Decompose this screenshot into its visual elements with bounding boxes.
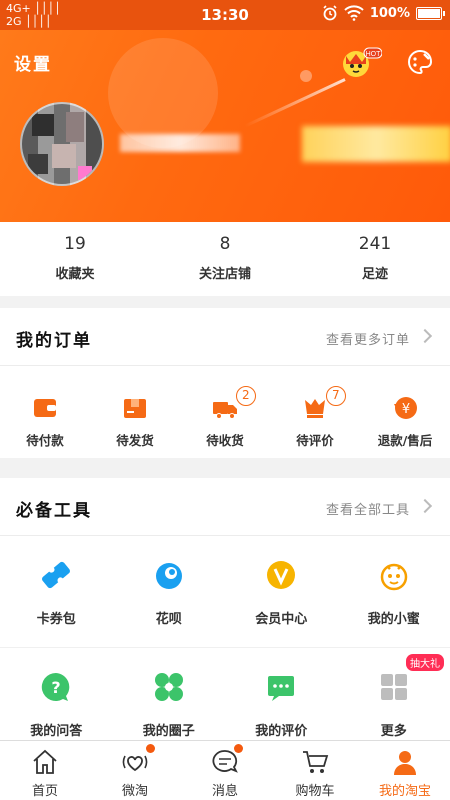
package-icon — [124, 399, 146, 418]
stat-label: 收藏夹 — [55, 267, 95, 282]
tool-label: 我的圈子 — [142, 724, 195, 739]
tab-label: 微淘 — [121, 784, 148, 799]
username-obscured[interactable] — [120, 134, 240, 152]
tab-label: 我的淘宝 — [378, 784, 431, 799]
status-bar: 4G+ ││││ 2G ││││ 13:30 100% — [0, 0, 450, 30]
orders-header[interactable]: 我的订单 查看更多订单 — [0, 308, 450, 366]
battery-icon — [416, 6, 445, 20]
review-icon — [268, 676, 295, 701]
order-badge: 7 — [325, 386, 346, 406]
stat-favorites[interactable]: 19 收藏夹 — [0, 222, 150, 296]
tab-cart[interactable]: 购物车 — [270, 741, 360, 800]
tab-label: 首页 — [31, 784, 58, 799]
notification-dot — [145, 744, 155, 753]
order-label: 退款/售后 — [377, 433, 433, 448]
tool-label: 更多 — [380, 724, 407, 739]
tool-label: 我的评价 — [255, 724, 308, 739]
order-badge: 2 — [235, 386, 256, 406]
tab-messages[interactable]: 消息 — [180, 741, 270, 800]
tool-vip-center[interactable]: 会员中心 — [225, 536, 338, 648]
order-label: 待收货 — [206, 433, 244, 448]
tool-label: 会员中心 — [255, 612, 308, 627]
home-icon — [33, 749, 57, 774]
stat-followed-shops[interactable]: 8 关注店铺 — [150, 222, 300, 296]
order-refund-aftersale[interactable]: ¥ 退款/售后 — [360, 366, 450, 458]
alarm-icon — [323, 5, 337, 21]
assistant-icon — [380, 563, 407, 591]
decorative-streak — [244, 78, 346, 128]
order-label: 待评价 — [296, 433, 334, 448]
settings-button[interactable]: 设置 — [14, 50, 52, 75]
more-grid-icon — [380, 674, 407, 700]
tab-label: 购物车 — [295, 784, 335, 799]
tool-huabei[interactable]: 花呗 — [112, 536, 225, 648]
vip-icon — [267, 561, 296, 589]
weitao-icon — [122, 755, 148, 772]
tab-home[interactable]: 首页 — [0, 741, 90, 800]
coupon-icon — [42, 561, 71, 589]
order-pending-review[interactable]: 7 待评价 — [270, 366, 360, 458]
avatar[interactable] — [20, 102, 104, 186]
huabei-icon — [155, 563, 182, 589]
gift-badge: 抽大礼 — [406, 654, 444, 671]
hot-label: HOT — [366, 51, 382, 58]
truck-icon — [213, 402, 237, 419]
stat-footprints[interactable]: 241 足迹 — [300, 222, 450, 296]
tools-title: 必备工具 — [16, 501, 92, 521]
tools-header[interactable]: 必备工具 查看全部工具 — [0, 478, 450, 536]
tool-assistant[interactable]: 我的小蜜 — [337, 536, 450, 648]
tool-label: 我的小蜜 — [367, 612, 420, 627]
decorative-circle — [108, 38, 218, 148]
order-label: 待付款 — [26, 433, 64, 448]
view-all-tools-link[interactable]: 查看全部工具 — [326, 499, 410, 518]
stats-row: 19 收藏夹 8 关注店铺 241 足迹 — [0, 222, 450, 296]
order-label: 待发货 — [116, 433, 154, 448]
bottom-tab-bar: 首页 微淘 消息 购物车 我的淘宝 — [0, 740, 450, 800]
stat-value: 19 — [64, 234, 86, 254]
orders-title: 我的订单 — [16, 331, 92, 351]
order-pending-receipt[interactable]: 2 待收货 — [180, 366, 270, 458]
palette-icon[interactable] — [406, 48, 434, 76]
tool-coupons[interactable]: 卡券包 — [0, 536, 113, 648]
circle-icon — [154, 673, 183, 701]
chevron-right-icon — [417, 498, 433, 514]
profile-icon — [394, 751, 416, 775]
stat-value: 8 — [219, 234, 231, 254]
member-tag-obscured[interactable] — [302, 126, 450, 162]
chevron-right-icon — [417, 328, 433, 344]
refund-icon: ¥ — [394, 397, 417, 419]
tool-label: 花呗 — [155, 612, 182, 627]
view-all-orders-link[interactable]: 查看更多订单 — [326, 329, 410, 348]
tab-my-taobao[interactable]: 我的淘宝 — [360, 741, 450, 800]
order-pending-shipment[interactable]: 待发货 — [90, 366, 180, 458]
question-icon: ? — [42, 672, 70, 701]
tab-label: 消息 — [211, 784, 238, 799]
svg-text:¥: ¥ — [402, 402, 410, 417]
comment-icon — [305, 399, 325, 418]
battery-percent: 100% — [369, 5, 410, 21]
tool-label: 我的问答 — [30, 724, 83, 739]
cart-icon — [303, 751, 329, 773]
order-pending-payment[interactable]: 待付款 — [0, 366, 90, 458]
tool-label: 卡券包 — [36, 612, 76, 627]
notification-dot — [234, 744, 243, 753]
stat-label: 关注店铺 — [198, 267, 251, 282]
stat-label: 足迹 — [361, 267, 388, 282]
decorative-dot — [300, 70, 312, 82]
profile-header: 设置 HOT — [0, 30, 450, 222]
hot-activity-icon[interactable]: HOT — [338, 46, 383, 78]
tab-weitao[interactable]: 微淘 — [90, 741, 180, 800]
svg-text:?: ? — [52, 678, 61, 697]
tools-card: 必备工具 查看全部工具 卡券包 花呗 会员中心 我的小蜜 ? 我的问答 我的圈子 — [0, 478, 450, 760]
wifi-icon — [344, 5, 364, 21]
stat-value: 241 — [358, 234, 392, 254]
orders-card: 我的订单 查看更多订单 待付款 待发货 2 待收货 7 待评价 ¥ 退款/售后 — [0, 308, 450, 458]
wallet-icon — [34, 399, 56, 417]
